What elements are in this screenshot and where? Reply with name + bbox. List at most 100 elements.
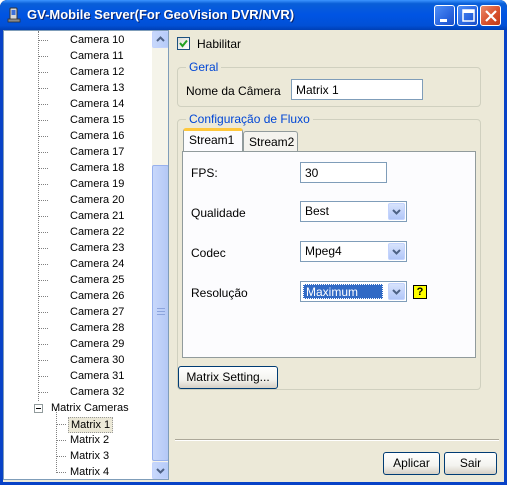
tree-connector bbox=[38, 376, 48, 377]
tree-item-camera[interactable]: Camera 24 bbox=[4, 256, 152, 272]
tree-connector bbox=[38, 248, 48, 249]
tree-connector bbox=[38, 88, 48, 89]
tree-item-camera[interactable]: Camera 32 bbox=[4, 384, 152, 400]
tree-item-label: Camera 23 bbox=[70, 242, 125, 254]
tree-item-camera[interactable]: Camera 26 bbox=[4, 288, 152, 304]
client-area: Camera 10 Camera 11 Camera 12 Camera 13 Came… bbox=[3, 30, 504, 482]
tree-item-label: Camera 19 bbox=[70, 178, 125, 190]
help-icon[interactable]: ? bbox=[413, 285, 427, 299]
tree-item-camera[interactable]: Camera 17 bbox=[4, 144, 152, 160]
tree-item-label: Camera 11 bbox=[70, 50, 124, 62]
apply-button[interactable]: Aplicar bbox=[383, 452, 440, 475]
tree-item-camera[interactable]: Camera 30 bbox=[4, 352, 152, 368]
tree-connector bbox=[38, 344, 48, 345]
tab-stream1[interactable]: Stream1 bbox=[183, 128, 243, 152]
quality-select[interactable]: Best bbox=[300, 201, 407, 222]
window-title: GV-Mobile Server(For GeoVision DVR/NVR) bbox=[27, 7, 295, 22]
enable-checkbox[interactable] bbox=[177, 37, 190, 50]
tree-item-camera[interactable]: Camera 15 bbox=[4, 112, 152, 128]
collapse-icon[interactable] bbox=[34, 404, 43, 413]
maximize-icon bbox=[462, 9, 475, 22]
title-bar[interactable]: GV-Mobile Server(For GeoVision DVR/NVR) bbox=[0, 0, 507, 30]
tree-item-label: Camera 10 bbox=[70, 34, 125, 46]
tree-connector bbox=[38, 168, 48, 169]
app-window: GV-Mobile Server(For GeoVision DVR/NVR) … bbox=[0, 0, 507, 485]
tree-item-matrix[interactable]: Matrix 1 bbox=[4, 416, 152, 433]
tree-scrollbar[interactable] bbox=[152, 31, 168, 479]
matrix-setting-button[interactable]: Matrix Setting... bbox=[178, 366, 278, 389]
tree-item-camera[interactable]: Camera 18 bbox=[4, 160, 152, 176]
tree-item-label: Camera 25 bbox=[70, 274, 125, 286]
tree-item-camera[interactable]: Camera 27 bbox=[4, 304, 152, 320]
chevron-down-icon bbox=[392, 289, 401, 295]
tree-item-label: Camera 31 bbox=[70, 370, 125, 382]
codec-dropdown-button[interactable] bbox=[388, 243, 405, 260]
exit-button[interactable]: Sair bbox=[444, 452, 497, 475]
tree-item-camera[interactable]: Camera 23 bbox=[4, 240, 152, 256]
quality-value: Best bbox=[305, 204, 330, 218]
tab-stream2[interactable]: Stream2 bbox=[243, 131, 298, 152]
tree-connector bbox=[38, 152, 48, 153]
maximize-button[interactable] bbox=[457, 5, 478, 26]
tree-item-matrix-cameras[interactable]: Matrix Cameras bbox=[4, 400, 152, 416]
general-group-title: Geral bbox=[186, 60, 222, 74]
tree-connector bbox=[56, 440, 66, 441]
minimize-button[interactable] bbox=[434, 5, 455, 26]
tree-item-label: Camera 32 bbox=[70, 386, 125, 398]
chevron-down-icon bbox=[392, 249, 401, 255]
tree-connector bbox=[38, 232, 48, 233]
scroll-down-button[interactable] bbox=[152, 462, 168, 479]
tree-item-camera[interactable]: Camera 12 bbox=[4, 64, 152, 80]
camera-name-input[interactable]: Matrix 1 bbox=[291, 79, 423, 100]
tree-item-camera[interactable]: Camera 21 bbox=[4, 208, 152, 224]
tree-item-camera[interactable]: Camera 29 bbox=[4, 336, 152, 352]
tree-connector bbox=[38, 120, 48, 121]
tree-item-camera[interactable]: Camera 14 bbox=[4, 96, 152, 112]
tree-item-camera[interactable]: Camera 11 bbox=[4, 48, 152, 64]
tree-connector bbox=[38, 392, 48, 393]
tree-item-label: Camera 20 bbox=[70, 194, 125, 206]
tree-item-camera[interactable]: Camera 20 bbox=[4, 192, 152, 208]
tree-connector bbox=[56, 456, 66, 457]
tree-item-label: Matrix 2 bbox=[70, 434, 110, 446]
checkmark-icon bbox=[179, 39, 188, 48]
tree-item-matrix[interactable]: Matrix 2 bbox=[4, 432, 152, 448]
resolution-value: Maximum bbox=[303, 284, 383, 299]
tree-connector bbox=[38, 280, 48, 281]
tree-item-camera[interactable]: Camera 13 bbox=[4, 80, 152, 96]
fps-input[interactable]: 30 bbox=[300, 162, 387, 183]
tree-connector bbox=[38, 72, 48, 73]
tree-item-camera[interactable]: Camera 10 bbox=[4, 32, 152, 48]
general-group: Geral Nome da Câmera Matrix 1 bbox=[177, 60, 481, 107]
scroll-up-button[interactable] bbox=[152, 31, 168, 48]
camera-tree[interactable]: Camera 10 Camera 11 Camera 12 Camera 13 Came… bbox=[3, 30, 169, 480]
resolution-label: Resolução bbox=[191, 286, 248, 300]
resolution-select[interactable]: Maximum bbox=[300, 281, 407, 302]
separator bbox=[175, 439, 499, 441]
resolution-dropdown-button[interactable] bbox=[388, 283, 405, 300]
tree-item-camera[interactable]: Camera 31 bbox=[4, 368, 152, 384]
tree-item-label: Camera 30 bbox=[70, 354, 125, 366]
tree-item-label: Camera 29 bbox=[70, 338, 125, 350]
quality-label: Qualidade bbox=[191, 206, 246, 220]
scroll-thumb[interactable] bbox=[152, 165, 168, 461]
quality-dropdown-button[interactable] bbox=[388, 203, 405, 220]
stream-config-title: Configuração de Fluxo bbox=[186, 112, 313, 126]
tree-item-camera[interactable]: Camera 22 bbox=[4, 224, 152, 240]
stream-config-group: Configuração de Fluxo Stream1 Stream2 FP… bbox=[177, 112, 481, 390]
tree-item-matrix[interactable]: Matrix 3 bbox=[4, 448, 152, 464]
tree-item-label: Matrix 4 bbox=[70, 466, 110, 478]
minimize-icon bbox=[440, 19, 447, 22]
tree-item-camera[interactable]: Camera 16 bbox=[4, 128, 152, 144]
tree-item-camera[interactable]: Camera 19 bbox=[4, 176, 152, 192]
close-button[interactable] bbox=[480, 5, 501, 26]
codec-select[interactable]: Mpeg4 bbox=[300, 241, 407, 262]
tree-item-matrix[interactable]: Matrix 4 bbox=[4, 464, 152, 479]
stream1-tab-page: FPS: 30 Qualidade Best Codec Mpeg4 Resol… bbox=[182, 151, 476, 358]
tree-item-camera[interactable]: Camera 28 bbox=[4, 320, 152, 336]
tree-item-label: Camera 21 bbox=[70, 210, 125, 222]
tree-item-label: Camera 15 bbox=[70, 114, 125, 126]
tree-item-camera[interactable]: Camera 25 bbox=[4, 272, 152, 288]
tree-item-label: Camera 16 bbox=[70, 130, 125, 142]
tree-item-label: Camera 24 bbox=[70, 258, 125, 270]
